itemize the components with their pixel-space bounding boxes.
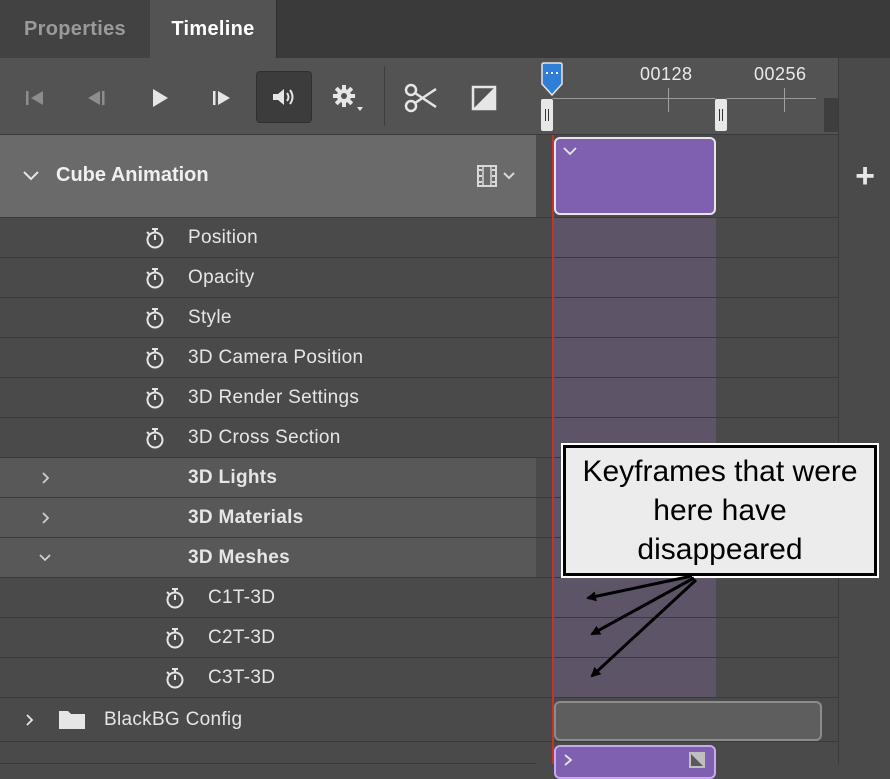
group-label: 3D Meshes [188, 547, 290, 568]
stopwatch-icon[interactable] [144, 347, 166, 369]
chevron-right-icon[interactable] [38, 471, 52, 485]
track-actions-column: + [838, 58, 890, 764]
settings-icon[interactable] [322, 76, 366, 120]
mesh-row[interactable]: C2T-3D [0, 618, 536, 658]
stopwatch-icon[interactable] [164, 587, 186, 609]
stopwatch-icon[interactable] [144, 427, 166, 449]
tab-properties[interactable]: Properties [0, 0, 151, 58]
property-label: Position [188, 227, 258, 248]
work-area-track[interactable] [546, 98, 816, 133]
stopwatch-icon[interactable] [164, 627, 186, 649]
playhead-line[interactable] [552, 135, 554, 764]
time-ruler[interactable]: 00 00128 00256 [536, 58, 838, 135]
layer-row-blackbg-config[interactable]: BlackBG Config [0, 698, 536, 742]
toolbar-divider [384, 66, 385, 126]
layer-name: Cube Animation [56, 164, 209, 186]
group-row[interactable]: 3D Meshes [0, 538, 536, 578]
play-icon[interactable] [138, 76, 182, 120]
group-row[interactable]: 3D Lights [0, 458, 536, 498]
next-layer-clip[interactable] [554, 745, 716, 779]
timeline-toolbar [0, 58, 536, 135]
property-row[interactable]: 3D Camera Position [0, 338, 536, 378]
mesh-label: C3T-3D [208, 667, 276, 688]
stopwatch-icon[interactable] [144, 267, 166, 289]
tab-timeline[interactable]: Timeline [150, 0, 277, 58]
transition-icon[interactable] [462, 76, 506, 120]
chevron-down-icon[interactable] [38, 551, 52, 565]
chevron-down-icon[interactable] [562, 145, 578, 157]
property-label: 3D Cross Section [188, 427, 341, 448]
blackbg-config-clip[interactable] [554, 701, 822, 741]
property-label: 3D Camera Position [188, 347, 364, 368]
property-label: Style [188, 307, 232, 328]
stopwatch-icon[interactable] [144, 387, 166, 409]
next-frame-icon[interactable] [200, 76, 244, 120]
transition-corner-icon [689, 752, 705, 768]
mesh-row[interactable]: C3T-3D [0, 658, 536, 698]
annotation-callout: Keyframes that were here have disappeare… [563, 445, 877, 576]
property-label: Opacity [188, 267, 255, 288]
group-label: 3D Materials [188, 507, 304, 528]
chevron-down-icon[interactable] [502, 171, 516, 181]
audio-icon[interactable] [256, 71, 312, 123]
panel-tab-bar: Properties Timeline [0, 0, 890, 58]
mesh-row[interactable]: C1T-3D [0, 578, 536, 618]
ruler-label-128: 00128 [640, 64, 693, 84]
folder-icon [59, 711, 85, 729]
ruler-end-shade [824, 98, 838, 132]
annotation-arrows [586, 574, 698, 678]
playhead-marker-icon[interactable] [540, 62, 564, 98]
group-label: 3D Lights [188, 467, 278, 488]
ruler-label-256: 00256 [754, 64, 807, 84]
group-row[interactable]: 3D Materials [0, 498, 536, 538]
previous-frame-icon[interactable] [74, 76, 118, 120]
cube-animation-clip[interactable] [554, 137, 716, 215]
chevron-down-icon[interactable] [22, 169, 40, 183]
property-label: 3D Render Settings [188, 387, 360, 408]
mesh-label: C2T-3D [208, 627, 276, 648]
split-scissors-icon[interactable] [399, 76, 443, 120]
stopwatch-icon[interactable] [144, 307, 166, 329]
stopwatch-icon[interactable] [164, 667, 186, 689]
mesh-label: C1T-3D [208, 587, 276, 608]
stopwatch-icon[interactable] [144, 227, 166, 249]
property-row[interactable]: Position [0, 218, 536, 258]
property-row[interactable]: Opacity [0, 258, 536, 298]
property-row[interactable]: Style [0, 298, 536, 338]
folder-label: BlackBG Config [104, 709, 243, 730]
chevron-right-icon[interactable] [562, 753, 574, 767]
layer-row-cube-animation[interactable]: Cube Animation [0, 135, 536, 218]
chevron-right-icon[interactable] [22, 713, 36, 727]
property-row[interactable]: 3D Render Settings [0, 378, 536, 418]
layer-row[interactable] [0, 742, 536, 764]
add-track-button[interactable]: + [839, 154, 890, 198]
go-to-first-frame-icon[interactable] [14, 76, 58, 120]
property-row[interactable]: 3D Cross Section [0, 418, 536, 458]
work-area-start-handle[interactable] [540, 98, 554, 132]
work-area-end-handle[interactable] [714, 98, 728, 132]
film-strip-icon[interactable] [476, 165, 498, 187]
chevron-right-icon[interactable] [38, 511, 52, 525]
annotation-text: Keyframes that were here have disappeare… [582, 455, 858, 566]
